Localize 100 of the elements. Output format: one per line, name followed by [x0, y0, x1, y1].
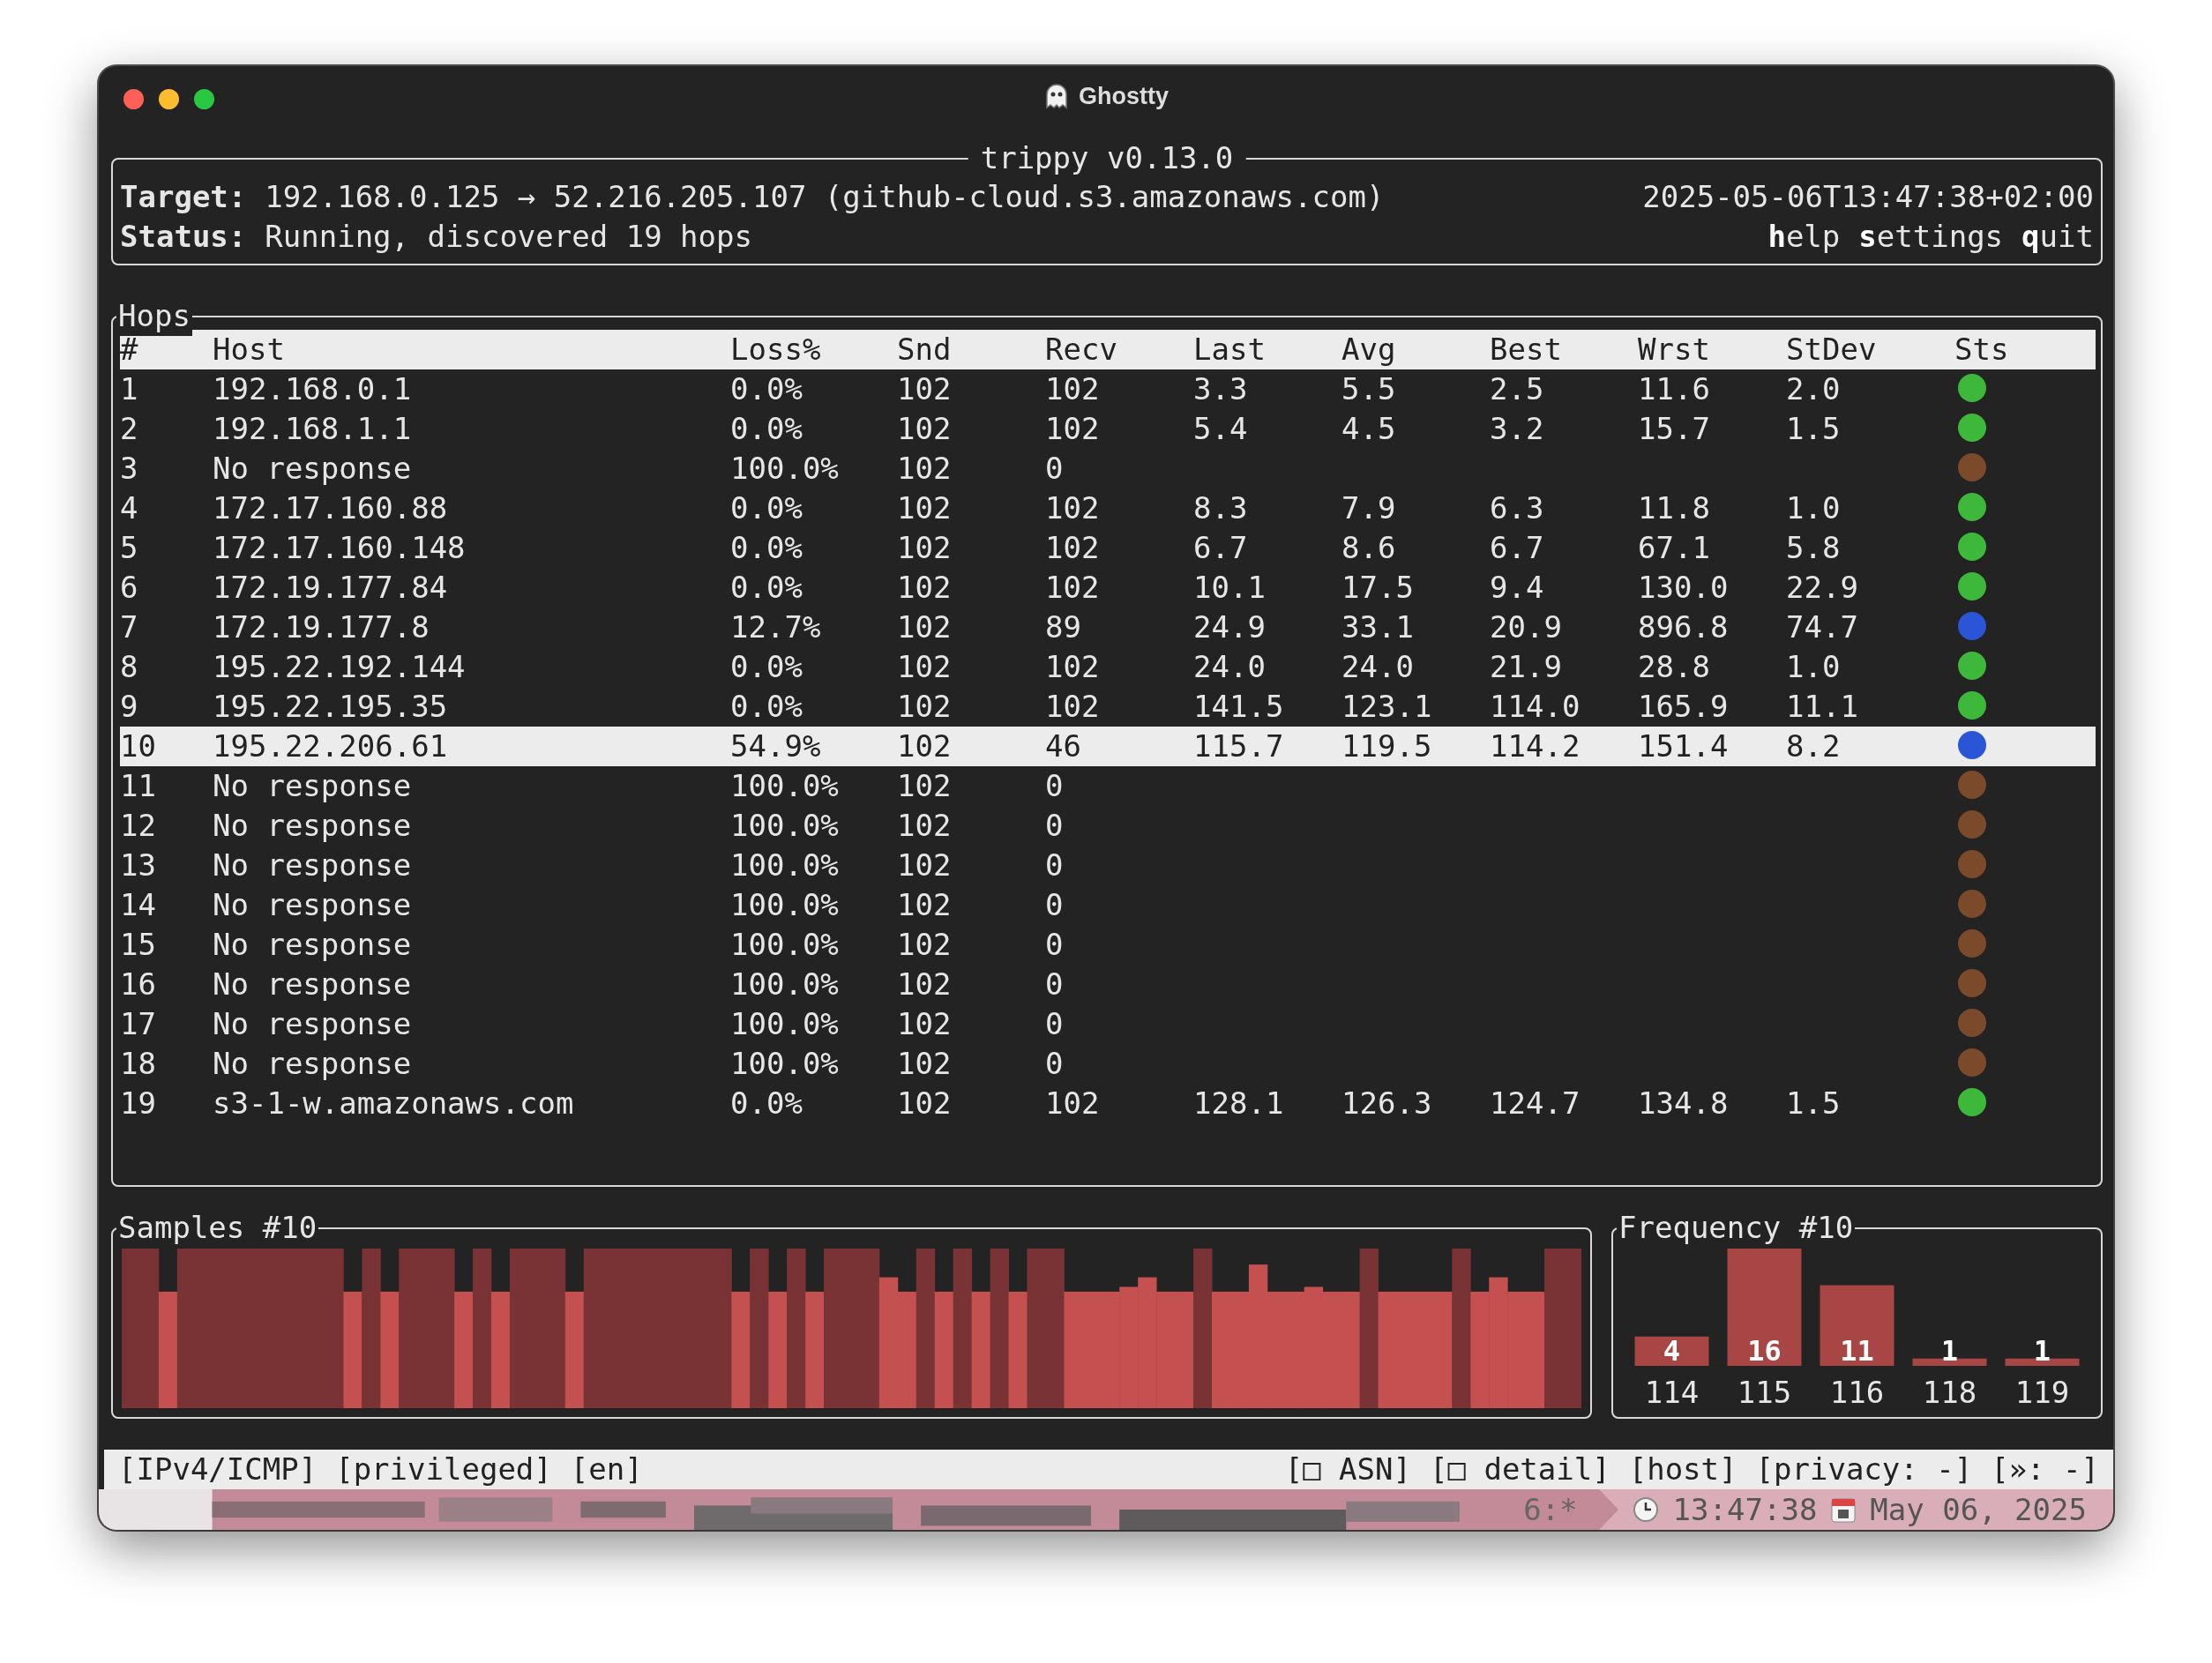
menu-link[interactable]: quit: [2021, 217, 2094, 257]
status-item: [privileged]: [335, 1450, 552, 1488]
table-cell-text: 24.0: [1193, 648, 1267, 686]
table-row[interactable]: 1 192.168.0.1 0.0% 102 102 3.3 5.5 2.5 11.6 2.0: [120, 369, 2096, 409]
table-cell-text: 1.5: [1786, 410, 1842, 448]
table-row[interactable]: 6 172.19.177.84 0.0% 102 102 10.1 17.5 9.4 130.0 22.9: [120, 568, 2096, 608]
table-cell-text: 100.0%: [730, 846, 840, 884]
status-toggle[interactable]: [host]: [1628, 1450, 1737, 1489]
table-row[interactable]: 13 No response 100.0% 102 0: [120, 846, 2096, 885]
table-row[interactable]: 15 No response 100.0% 102 0: [120, 925, 2096, 965]
table-cell-text: 102: [897, 569, 953, 607]
table-cell-text: 0: [1045, 450, 1065, 488]
table-row[interactable]: 11 No response 100.0% 102 0: [120, 766, 2096, 806]
table-cell-text: 102: [897, 767, 953, 805]
table-cell-text: 124.7: [1490, 1085, 1581, 1122]
table-cell-text: 0.0%: [730, 569, 803, 607]
table-cell-text: 0: [1045, 966, 1065, 1003]
table-cell-text: 195.22.206.61: [213, 727, 449, 765]
bar-value-label: 11: [1840, 1334, 1874, 1368]
axis-label: 119: [2014, 1375, 2070, 1410]
table-cell-text: 0: [1045, 767, 1065, 805]
status-toggle[interactable]: [□ detail]: [1430, 1450, 1610, 1489]
close-button[interactable]: [123, 89, 144, 109]
column-header: Best: [1490, 331, 1563, 369]
table-cell-text: 28.8: [1638, 648, 1711, 686]
window-title: Ghostty: [1079, 82, 1169, 110]
table-cell-text: 15: [120, 926, 157, 964]
table-cell-text: 8.6: [1341, 529, 1397, 567]
table-cell-text: 102: [1045, 688, 1101, 726]
table-row[interactable]: 7 172.19.177.8 12.7% 102 89 24.9 33.1 20.9 896.8 74.7: [120, 608, 2096, 647]
table-cell-text: 896.8: [1638, 608, 1730, 646]
table-row[interactable]: 8 195.22.192.144 0.0% 102 102 24.0 24.0 21.9 28.8 1.0: [120, 647, 2096, 687]
table-cell-text: 9.4: [1490, 569, 1545, 607]
table-cell-text: 0.0%: [730, 410, 803, 448]
table-cell-text: 2: [120, 410, 139, 448]
table-cell-text: 172.17.160.148: [213, 529, 467, 567]
table-row[interactable]: 5 172.17.160.148 0.0% 102 102 6.7 8.6 6.7 67.1 5.8: [120, 528, 2096, 568]
table-row[interactable]: 9 195.22.195.35 0.0% 102 102 141.5 123.1 114.0 165.9 11.1: [120, 687, 2096, 727]
table-row[interactable]: 19 s3-1-w.amazonaws.com 0.0% 102 102 128.1 126.3 124.7 134.8 1.5: [120, 1084, 2096, 1123]
column-header: Host: [213, 331, 286, 369]
table-cell-text: 4: [120, 489, 139, 527]
table-cell-text: No response: [213, 1045, 413, 1083]
table-cell-text: 3.3: [1193, 370, 1249, 408]
table-cell-text: 102: [897, 886, 953, 924]
table-cell-text: 102: [1045, 410, 1101, 448]
table-row[interactable]: 4 172.17.160.88 0.0% 102 102 8.3 7.9 6.3 11.8 1.0: [120, 488, 2096, 528]
table-row[interactable]: 18 No response 100.0% 102 0: [120, 1044, 2096, 1084]
table-cell-text: 100.0%: [730, 450, 840, 488]
table-cell-text: 100.0%: [730, 966, 840, 1003]
table-cell-text: 102: [1045, 1085, 1101, 1122]
table-cell-text: 172.19.177.8: [213, 608, 430, 646]
maximize-button[interactable]: [194, 89, 214, 109]
table-row[interactable]: 16 No response 100.0% 102 0: [120, 965, 2096, 1004]
table-cell-text: 128.1: [1193, 1085, 1285, 1122]
table-cell-text: No response: [213, 846, 413, 884]
status-toggle[interactable]: [privacy: -]: [1755, 1450, 1973, 1489]
table-cell-text: 6: [120, 569, 139, 607]
table-row[interactable]: 14 No response 100.0% 102 0: [120, 885, 2096, 925]
status-toggle[interactable]: [»: -]: [1991, 1450, 2099, 1489]
table-cell-text: No response: [213, 966, 413, 1003]
table-row[interactable]: 2 192.168.1.1 0.0% 102 102 5.4 4.5 3.2 15.7 1.5: [120, 409, 2096, 449]
table-cell-text: 67.1: [1638, 529, 1711, 567]
table-row[interactable]: 12 No response 100.0% 102 0: [120, 806, 2096, 846]
status-item: [en]: [570, 1450, 643, 1488]
table-cell-text: 102: [897, 1045, 953, 1083]
table-cell-text: 24.0: [1341, 648, 1415, 686]
table-cell-text: 19: [120, 1085, 157, 1122]
table-cell-text: 102: [897, 648, 953, 686]
table-cell-text: 18: [120, 1045, 157, 1083]
status-item: [IPv4/ICMP]: [118, 1450, 318, 1488]
column-header: Loss%: [730, 331, 822, 369]
table-cell-text: 5.5: [1341, 370, 1397, 408]
table-cell-text: 11.8: [1638, 489, 1711, 527]
table-cell-text: 102: [1045, 489, 1101, 527]
table-cell-text: 195.22.192.144: [213, 648, 467, 686]
table-row[interactable]: 10 195.22.206.61 54.9% 102 46 115.7 119.5 114.2 151.4 8.2: [120, 727, 2096, 766]
bar-value-label: 1: [2033, 1334, 2051, 1368]
table-cell-text: 102: [897, 727, 953, 765]
table-cell-text: No response: [213, 1005, 413, 1043]
table-cell-text: 8.3: [1193, 489, 1249, 527]
table-row[interactable]: 3 No response 100.0% 102 0: [120, 449, 2096, 488]
clock-icon: [1632, 1496, 1659, 1523]
status-toggle[interactable]: [□ ASN]: [1284, 1450, 1411, 1489]
field-label: Status:: [120, 218, 247, 256]
ghost-icon: [1043, 83, 1070, 109]
table-cell-text: s3-1-w.amazonaws.com: [213, 1085, 575, 1122]
table-cell-text: 102: [1045, 648, 1101, 686]
menu-link[interactable]: settings: [1858, 217, 2004, 257]
table-cell-text: 0: [1045, 1045, 1065, 1083]
table-row[interactable]: 17 No response 100.0% 102 0: [120, 1004, 2096, 1044]
menu-link[interactable]: help: [1767, 217, 1841, 257]
table-cell-text: 10.1: [1193, 569, 1267, 607]
table-cell-text: 0.0%: [730, 370, 803, 408]
table-cell-text: 33.1: [1341, 608, 1415, 646]
column-header: Wrst: [1638, 331, 1711, 369]
table-cell-text: 17: [120, 1005, 157, 1043]
timestamp: 2025-05-06T13:47:38+02:00: [1642, 178, 2094, 216]
calendar-icon: [1831, 1496, 1857, 1523]
minimize-button[interactable]: [159, 89, 179, 109]
table-cell-text: 5.4: [1193, 410, 1249, 448]
